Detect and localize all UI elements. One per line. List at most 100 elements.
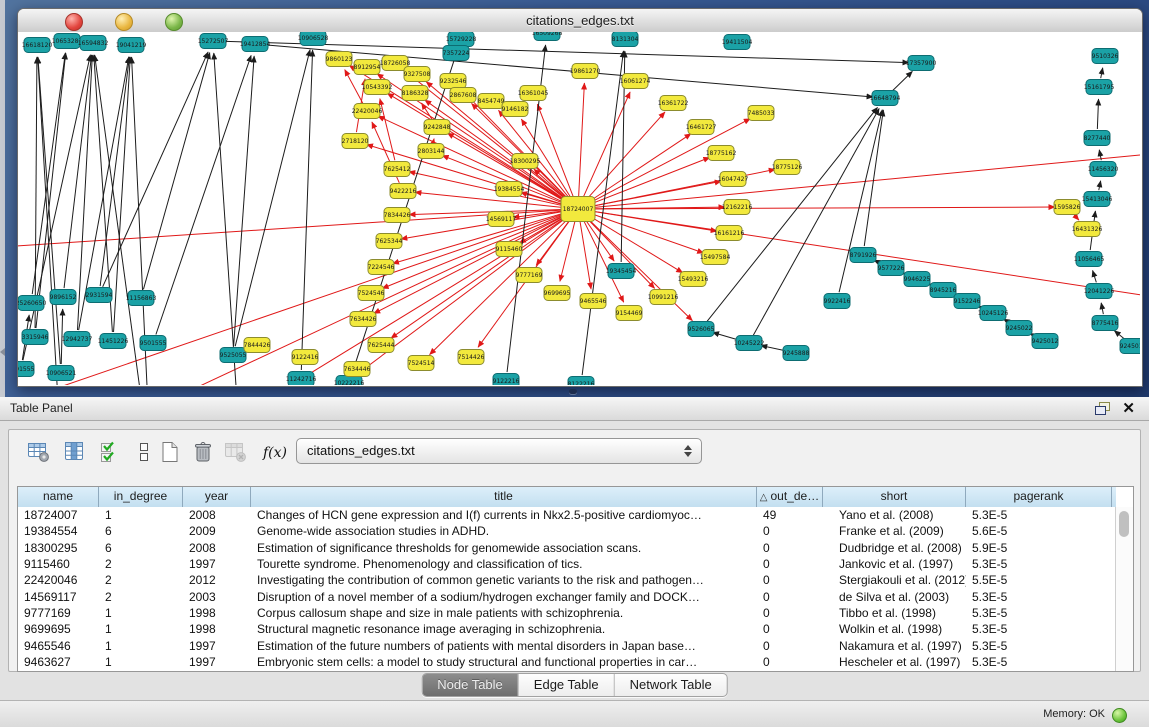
column-header-out_de[interactable]: △out_de…: [757, 487, 823, 507]
graph-edge[interactable]: [374, 213, 570, 313]
graph-node[interactable]: 7224546: [368, 260, 395, 275]
graph-node[interactable]: 10906528: [298, 32, 329, 46]
graph-node[interactable]: 9245888: [783, 346, 810, 361]
graph-edge[interactable]: [753, 108, 879, 335]
graph-edge[interactable]: [891, 71, 912, 91]
network-graph[interactable]: 1661812010653287165948321904121915272507…: [18, 32, 1140, 385]
graph-edge[interactable]: [143, 53, 209, 290]
graph-node[interactable]: 9922416: [824, 294, 851, 309]
vertical-scrollbar[interactable]: [1115, 507, 1133, 671]
graph-node[interactable]: 7357224: [443, 46, 470, 61]
graph-node[interactable]: 16618120: [22, 38, 53, 53]
graph-edge[interactable]: [1093, 270, 1097, 282]
graph-node[interactable]: 9425012: [1032, 334, 1059, 349]
close-window-button[interactable]: [65, 13, 83, 31]
graph-node[interactable]: 19384554: [494, 182, 525, 197]
graph-edge[interactable]: [301, 50, 312, 370]
graph-node[interactable]: 8775416: [1092, 316, 1119, 331]
graph-node[interactable]: 14569117: [486, 212, 517, 227]
column-header-in_degree[interactable]: in_degree: [99, 487, 183, 507]
graph-node[interactable]: 19345454: [606, 264, 637, 279]
graph-node[interactable]: 9327508: [404, 67, 431, 82]
graph-node[interactable]: 7524546: [358, 286, 385, 301]
graph-node[interactable]: 8912954: [354, 60, 381, 75]
graph-node[interactable]: 9232546: [440, 74, 467, 89]
graph-node[interactable]: 18724007: [561, 197, 595, 222]
graph-node[interactable]: 10906521: [46, 366, 77, 381]
graph-edge[interactable]: [583, 216, 614, 261]
graph-node[interactable]: 15493216: [678, 272, 709, 287]
graph-edge[interactable]: [1099, 181, 1101, 190]
table-row[interactable]: 1830029562008Estimation of significance …: [18, 540, 1116, 556]
column-header-pagerank[interactable]: pagerank: [966, 487, 1112, 507]
function-builder-button[interactable]: f(x): [263, 440, 295, 466]
graph-node[interactable]: 10543392: [362, 80, 393, 95]
graph-node[interactable]: 22420046: [352, 104, 383, 119]
graph-node[interactable]: 9146182: [502, 102, 529, 117]
graph-node[interactable]: 9896152: [50, 290, 77, 305]
graph-node[interactable]: 7514426: [458, 350, 485, 365]
zoom-window-button[interactable]: [165, 13, 183, 31]
graph-edge[interactable]: [582, 217, 624, 302]
minimize-window-button[interactable]: [115, 13, 133, 31]
tab-edge-table[interactable]: Edge Table: [519, 674, 615, 696]
table-row[interactable]: 969969511998Structural magnetic resonanc…: [18, 621, 1116, 637]
graph-node[interactable]: 11056465: [1074, 252, 1105, 267]
graph-node[interactable]: 11156863: [126, 291, 157, 306]
tab-node-table[interactable]: Node Table: [422, 674, 519, 696]
graph-node[interactable]: 16361722: [658, 96, 689, 111]
graph-edge[interactable]: [1097, 99, 1098, 129]
graph-node[interactable]: 9699695: [544, 286, 571, 301]
table-row[interactable]: 2242004622012Investigating the contribut…: [18, 572, 1116, 588]
scrollbar-thumb[interactable]: [1119, 511, 1129, 537]
graph-node[interactable]: 15413046: [1082, 192, 1113, 207]
graph-node[interactable]: 19412854: [240, 37, 271, 52]
graph-node[interactable]: 8454749: [478, 94, 505, 109]
table-row[interactable]: 1456911722003Disruption of a novel membe…: [18, 588, 1116, 604]
graph-node[interactable]: 19861270: [570, 64, 601, 79]
graph-node[interactable]: 18300295: [510, 154, 541, 169]
graph-node[interactable]: 10991216: [648, 290, 679, 305]
graph-node[interactable]: 2931594: [86, 288, 113, 303]
graph-node[interactable]: 7834426: [384, 208, 411, 223]
graph-node[interactable]: 9152246: [954, 294, 981, 309]
graph-node[interactable]: 9525055: [220, 348, 247, 363]
table-row[interactable]: 911546021997Tourette syndrome. Phenomeno…: [18, 556, 1116, 572]
graph-node[interactable]: 12942737: [62, 332, 93, 347]
graph-node[interactable]: 9422216: [390, 184, 417, 199]
graph-node[interactable]: 10245222: [734, 336, 765, 351]
graph-node[interactable]: 15729228: [446, 32, 477, 47]
delete-table-button[interactable]: [191, 440, 217, 466]
graph-node[interactable]: 17357900: [906, 56, 937, 71]
graph-node[interactable]: 7485033: [748, 106, 775, 121]
table-options-button[interactable]: [27, 440, 53, 466]
graph-node[interactable]: 15497584: [700, 250, 731, 265]
column-header-year[interactable]: year: [183, 487, 251, 507]
graph-node[interactable]: 11451226: [98, 334, 129, 349]
graph-node[interactable]: 16461727: [686, 120, 717, 135]
graph-node[interactable]: 8277440: [1084, 131, 1111, 146]
graph-node[interactable]: 9245012: [1120, 339, 1140, 354]
graph-node[interactable]: 16047427: [718, 172, 749, 187]
graph-node[interactable]: 7625412: [384, 162, 411, 177]
graph-node[interactable]: 8945216: [930, 283, 957, 298]
column-header-short[interactable]: short: [823, 487, 966, 507]
network-table-selector[interactable]: citations_edges.txt: [296, 438, 702, 464]
graph-edge[interactable]: [1101, 68, 1103, 78]
graph-node[interactable]: 7634446: [344, 362, 371, 377]
graph-node[interactable]: 15161795: [1084, 80, 1115, 95]
graph-edge[interactable]: [214, 53, 241, 385]
table-row[interactable]: 946554611997Estimation of the future num…: [18, 637, 1116, 653]
graph-node[interactable]: 7625444: [368, 338, 395, 353]
table-row[interactable]: 946362711997Embryonic stem cells: a mode…: [18, 654, 1116, 670]
graph-node[interactable]: 9946225: [904, 272, 931, 287]
graph-node[interactable]: 12162216: [722, 200, 753, 215]
graph-node[interactable]: 16061274: [620, 74, 651, 89]
graph-edge[interactable]: [579, 218, 591, 289]
graph-node[interactable]: 10245126: [978, 306, 1009, 321]
graph-node[interactable]: 8131304: [612, 32, 639, 47]
graph-edge[interactable]: [585, 134, 691, 204]
tab-network-table[interactable]: Network Table: [615, 674, 727, 696]
graph-node[interactable]: 11242716: [286, 372, 317, 386]
column-header-name[interactable]: name: [18, 487, 99, 507]
